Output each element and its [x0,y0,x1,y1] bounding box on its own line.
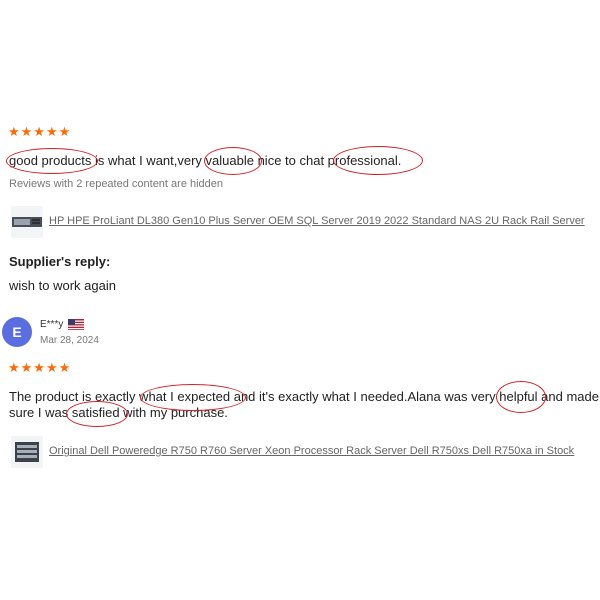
rating-stars: ★★★★★ [8,124,72,139]
annotation-oval [333,146,423,175]
annotation-oval [204,147,262,175]
product-link[interactable]: HP HPE ProLiant DL380 Gen10 Plus Server … [49,215,585,227]
annotation-oval [140,384,246,411]
us-flag-icon [68,319,85,330]
reviewer-name: E***y [40,319,64,331]
hidden-reviews-note: Reviews with 2 repeated content are hidd… [9,178,224,190]
annotation-oval [6,148,98,174]
reviewer-line: E***y [40,319,85,331]
server-thumbnail [11,436,43,468]
annotation-oval [496,381,546,413]
annotation-oval [66,401,128,427]
avatar: E [2,317,32,347]
review-date: Mar 28, 2024 [40,335,99,346]
server-thumbnail [11,206,43,238]
rating-stars: ★★★★★ [8,360,72,375]
supplier-reply-label: Supplier's reply: [9,254,111,269]
supplier-reply-text: wish to work again [9,278,116,293]
product-link[interactable]: Original Dell Poweredge R750 R760 Server… [49,445,574,457]
